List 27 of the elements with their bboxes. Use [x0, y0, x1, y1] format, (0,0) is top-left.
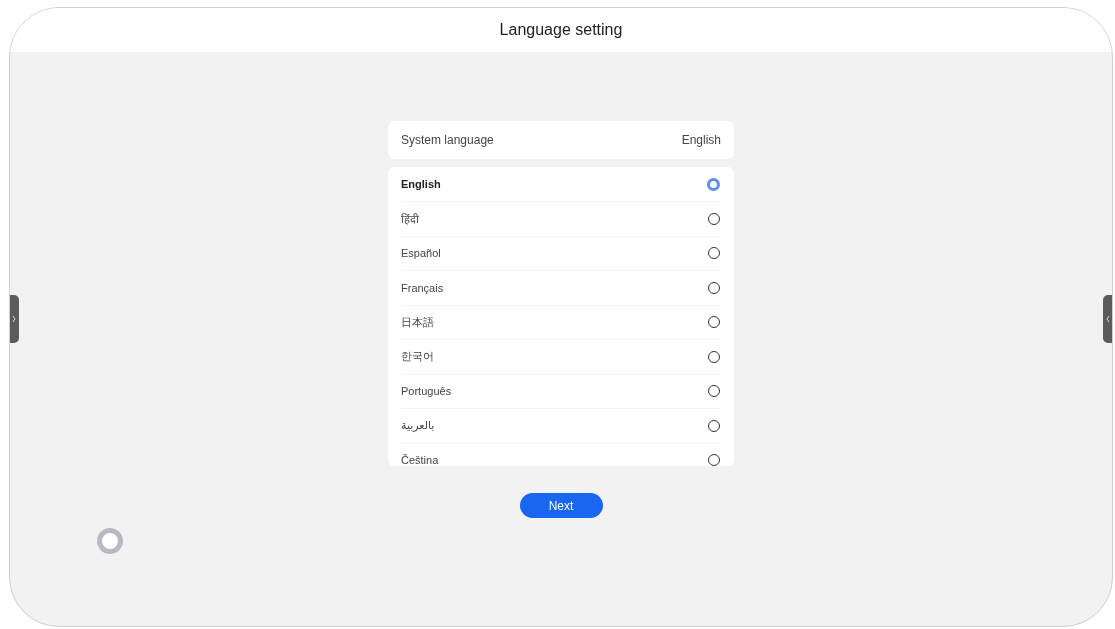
- side-handle[interactable]: [10, 295, 19, 343]
- radio-button[interactable]: [707, 177, 720, 191]
- language-name: Čeština: [401, 454, 439, 466]
- system-language-label: System language: [401, 133, 494, 147]
- language-option[interactable]: Čeština: [401, 443, 721, 466]
- language-option[interactable]: Português: [401, 374, 721, 409]
- language-name: हिंदी: [401, 212, 419, 227]
- system-language-value: English: [681, 133, 721, 147]
- language-name: English: [401, 178, 441, 190]
- language-option[interactable]: بالعربية: [401, 409, 721, 444]
- language-option[interactable]: 日本語: [401, 305, 721, 340]
- page-title: Language setting: [499, 21, 623, 39]
- language-name: بالعربية: [401, 419, 435, 433]
- language-name: Français: [401, 281, 444, 294]
- chevron-right-icon: [12, 315, 16, 323]
- language-name: 한국어: [401, 349, 434, 365]
- language-name: 日本語: [401, 314, 434, 330]
- language-option[interactable]: हिंदी: [401, 202, 721, 237]
- language-option[interactable]: English: [401, 167, 721, 202]
- language-option[interactable]: Español: [401, 236, 721, 271]
- language-option[interactable]: 한국어: [401, 340, 721, 375]
- language-name: Español: [401, 247, 441, 260]
- chevron-left-icon: [1106, 315, 1110, 323]
- next-button[interactable]: Next: [519, 493, 603, 518]
- language-name: Português: [401, 385, 452, 398]
- language-option[interactable]: Français: [401, 271, 721, 306]
- side-handle[interactable]: [1103, 295, 1112, 343]
